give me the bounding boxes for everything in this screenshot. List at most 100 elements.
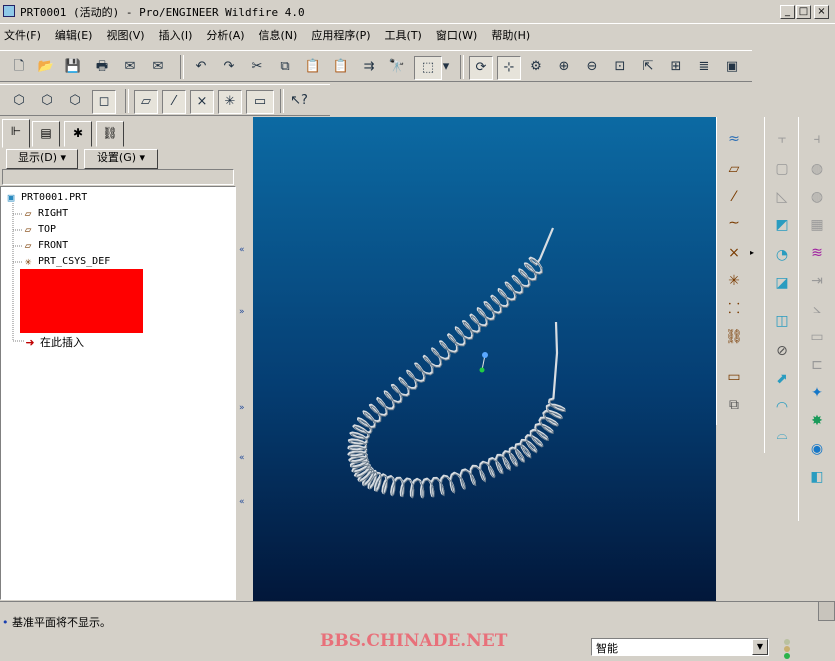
round-icon[interactable]: ◔ [770, 243, 794, 267]
extrude-icon[interactable]: ◫ [770, 309, 794, 333]
paste-icon[interactable]: 📋 [302, 56, 324, 78]
datum-points-icon[interactable]: × [190, 90, 214, 114]
print-icon[interactable]: 🖶 [91, 56, 113, 78]
collapse-arrow-icon[interactable]: « [239, 453, 245, 463]
selection-filter[interactable]: 智能 ▼ [591, 638, 769, 656]
model-tree-tab-icon[interactable]: ⊩ [2, 119, 30, 148]
repaint-icon[interactable]: ⟳ [469, 56, 493, 80]
reorient-icon[interactable]: ⇱ [637, 56, 659, 78]
datum-axis-tool-icon[interactable]: ⁄ [722, 185, 746, 209]
menu-tools[interactable]: 工具(T) [385, 27, 422, 43]
intersect-icon[interactable]: ⦣ [805, 297, 829, 321]
chevron-down-icon[interactable]: ▾ [441, 56, 451, 78]
menu-info[interactable]: 信息(N) [259, 27, 298, 43]
collapse-arrow-icon[interactable]: « [239, 497, 245, 507]
menu-view[interactable]: 视图(V) [106, 27, 144, 43]
email-icon[interactable]: ✉ [119, 56, 141, 78]
tree-item-right[interactable]: ▱ RIGHT [21, 207, 68, 220]
tree-root[interactable]: ▣ PRT0001.PRT [4, 191, 88, 204]
tree-item-top[interactable]: ▱ TOP [21, 223, 56, 236]
email-link-icon[interactable]: ✉ [147, 56, 169, 78]
open-folder-icon[interactable]: 📂 [35, 56, 57, 78]
no-hidden-icon[interactable]: ⬡ [64, 90, 86, 112]
redo-icon[interactable]: ↷ [218, 56, 240, 78]
shading-icon[interactable]: ◻ [92, 90, 116, 114]
regenerate-icon[interactable]: ⇉ [358, 56, 380, 78]
orient-mode-icon[interactable]: ⚙ [525, 56, 547, 78]
analysis-feature-icon[interactable]: ⸬ [722, 297, 746, 321]
datum-curve-tool-icon[interactable]: ∼ [722, 211, 746, 235]
pattern-icon[interactable]: ▦ [805, 213, 829, 237]
datum-planes-icon[interactable]: ▱ [134, 90, 158, 114]
find-icon[interactable]: 🔭 [386, 56, 408, 78]
display-dropdown[interactable]: 显示(D) ▾ [6, 149, 78, 169]
layers-icon[interactable]: ≣ [693, 56, 715, 78]
resize-grip[interactable] [818, 601, 835, 621]
maximize-button[interactable]: □ [796, 5, 811, 19]
new-file-icon[interactable]: 🗋 [8, 56, 30, 78]
panel-splitter[interactable]: « » » « « [236, 117, 253, 601]
cut-icon[interactable]: ✂ [246, 56, 268, 78]
warp-icon[interactable]: ✸ [805, 409, 829, 433]
hole-icon[interactable]: ⫟ [770, 127, 794, 151]
menu-applications[interactable]: 应用程序(P) [311, 27, 370, 43]
zoom-in-icon[interactable]: ⊕ [553, 56, 575, 78]
solidify-icon[interactable]: ⊏ [805, 353, 829, 377]
assembly-icon[interactable]: ◉ [805, 437, 829, 461]
wireframe-icon[interactable]: ⬡ [8, 90, 30, 112]
menu-window[interactable]: 窗口(W) [436, 27, 477, 43]
paste-special-icon[interactable]: 📋 [330, 56, 352, 78]
undo-icon[interactable]: ↶ [190, 56, 212, 78]
boundary-blend-icon[interactable]: ⌓ [770, 423, 794, 447]
chevron-down-icon[interactable]: ▼ [752, 639, 768, 655]
saved-views-icon[interactable]: ⊞ [665, 56, 687, 78]
context-help-icon[interactable]: ↖? [288, 90, 310, 112]
merge-icon[interactable]: ◍ [805, 157, 829, 181]
datum-axes-icon[interactable]: ⁄ [162, 90, 186, 114]
expand-arrow-icon[interactable]: » [239, 307, 245, 317]
expand-arrow-icon[interactable]: » [239, 403, 245, 413]
close-button[interactable]: × [814, 5, 829, 19]
shell-icon[interactable]: ▢ [770, 157, 794, 181]
chamfer-icon[interactable]: ◪ [770, 271, 794, 295]
layer-tool-icon[interactable]: ⧉ [722, 393, 746, 417]
collapse-arrow-icon[interactable]: « [239, 245, 245, 255]
selection-box-icon[interactable]: ⬚ [414, 56, 442, 80]
save-icon[interactable]: 💾 [62, 56, 84, 78]
datum-point-tool-icon[interactable]: × [722, 241, 746, 265]
sketched-datum-curve-icon[interactable]: ≈ [722, 127, 746, 151]
note-icon[interactable]: ▭ [722, 365, 746, 389]
spin-center-icon[interactable]: ⊹ [497, 56, 521, 80]
zoom-out-icon[interactable]: ⊖ [581, 56, 603, 78]
thicken-icon[interactable]: ▭ [805, 325, 829, 349]
graphics-viewport[interactable] [253, 117, 716, 601]
annotations-icon[interactable]: ▭ [246, 90, 274, 114]
draft-icon[interactable]: ◩ [770, 213, 794, 237]
favorites-tab-icon[interactable]: ✱ [64, 121, 92, 147]
menu-help[interactable]: 帮助(H) [491, 27, 530, 43]
copy-icon[interactable]: ⧉ [274, 56, 296, 78]
solid-block-icon[interactable]: ◧ [805, 465, 829, 489]
refit-icon[interactable]: ⊡ [609, 56, 631, 78]
menu-analysis[interactable]: 分析(A) [206, 27, 244, 43]
revolve-icon[interactable]: ⊘ [770, 339, 794, 363]
hidden-line-icon[interactable]: ⬡ [36, 90, 58, 112]
rib-icon[interactable]: ◺ [770, 185, 794, 209]
tree-item-front[interactable]: ▱ FRONT [21, 239, 68, 252]
menu-insert[interactable]: 插入(I) [159, 27, 193, 43]
coordinate-systems-icon[interactable]: ✳ [218, 90, 242, 114]
folder-browser-tab-icon[interactable]: ▤ [32, 121, 60, 147]
tree-item-csys[interactable]: ✳ PRT_CSYS_DEF [21, 255, 111, 268]
settings-dropdown[interactable]: 设置(G) ▾ [84, 149, 158, 169]
csys-tool-icon[interactable]: ✳ [722, 269, 746, 293]
variable-sweep-icon[interactable]: ⬈ [770, 367, 794, 391]
blend-icon[interactable]: ◠ [770, 395, 794, 419]
datum-plane-tool-icon[interactable]: ▱ [722, 157, 746, 181]
style-icon[interactable]: ✦ [805, 381, 829, 405]
view-manager-icon[interactable]: ▣ [721, 56, 743, 78]
minimize-button[interactable]: _ [780, 5, 795, 19]
tree-insert-here[interactable]: ➜ 在此插入 [23, 334, 84, 350]
offset-icon[interactable]: ≋ [805, 241, 829, 265]
chain-icon[interactable]: ⛓ [722, 325, 746, 349]
connections-tab-icon[interactable]: ⛓ [96, 121, 124, 147]
